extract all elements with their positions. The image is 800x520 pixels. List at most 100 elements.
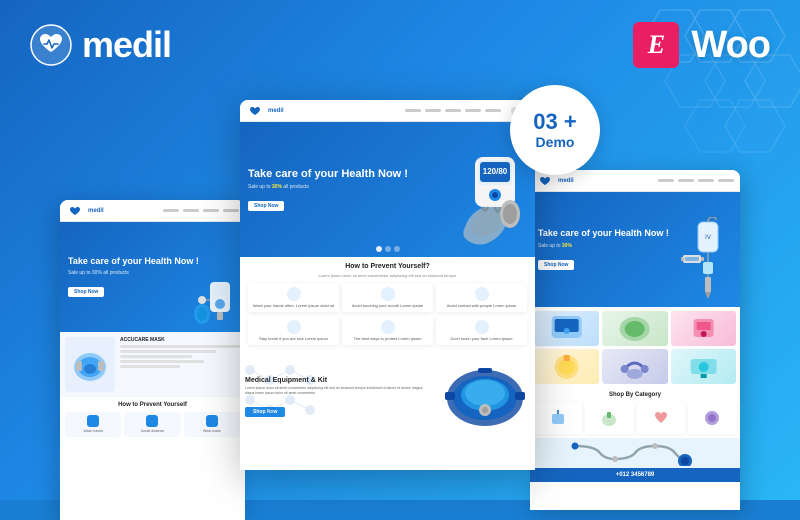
screen-left: medil Take care of your Health Now ! Sal…: [60, 200, 245, 520]
product-thumb-5: [602, 349, 667, 384]
nav-item: [445, 109, 461, 112]
center-hero-image: 120/80: [450, 142, 530, 257]
category-item-2: [585, 402, 633, 434]
left-nav-logo: medil: [88, 208, 104, 214]
card-text: Avoid touching your mouth Lorem ipsum: [345, 303, 430, 308]
right-category-section: Shop By Category: [530, 388, 740, 438]
prevent-card-1: Wash your hands often. Lorem ipsum dolor…: [248, 283, 339, 312]
demo-label: Demo: [536, 134, 575, 150]
detail-line: [120, 350, 216, 353]
prevent-card: Wash hands: [65, 412, 121, 437]
right-hero: Take care of your Health Now ! Sale up t…: [530, 192, 740, 307]
left-product-image: [65, 337, 115, 392]
badge-area: E Woo: [633, 22, 770, 68]
svg-text:120/80: 120/80: [483, 167, 508, 176]
center-prevent-section: How to Prevent Yourself? Lorem ipsum dol…: [240, 257, 535, 355]
left-prevent-title: How to Prevent Yourself: [65, 402, 240, 408]
elementor-label: E: [648, 30, 665, 60]
nav-item: [465, 109, 481, 112]
detail-line: [120, 360, 204, 363]
card-text: Avoid contact with people Lorem ipsum: [439, 303, 524, 308]
category-item-4: [688, 402, 736, 434]
center-hero-btn[interactable]: Shop Now: [248, 201, 284, 211]
left-logo-icon: [66, 206, 84, 216]
center-cards-row-2: Stay home if you are sick Lorem ipsum Th…: [248, 316, 527, 345]
svg-text:IV: IV: [705, 235, 711, 241]
card-icon: [475, 320, 489, 334]
center-equip-section: Medical Equipment & Kit Lorem ipsum dolo…: [240, 355, 535, 440]
prevent-text: Social distance: [127, 429, 177, 434]
elementor-badge: E: [633, 22, 679, 68]
left-hero: Take care of your Health Now ! Sale up t…: [60, 222, 245, 332]
category-item-3: [637, 402, 685, 434]
dna-decoration: [240, 360, 330, 440]
prevent-card-4: Stay home if you are sick Lorem ipsum: [248, 316, 339, 345]
demo-number: 03 +: [533, 110, 576, 134]
nav-item: [405, 109, 421, 112]
card-text: The best ways to protect Lorem ipsum: [345, 336, 430, 341]
card-icon: [287, 287, 301, 301]
nav-item: [203, 209, 219, 212]
left-product-name: ACCUCARE MASK: [120, 337, 240, 343]
detail-line: [120, 365, 180, 368]
card-icon: [381, 320, 395, 334]
center-hero: Take care of your Health Now ! Sale up t…: [240, 122, 535, 257]
pagination-dot: [394, 246, 400, 252]
center-prevent-title: How to Prevent Yourself?: [248, 263, 527, 270]
center-nav-logo: medil: [268, 108, 284, 114]
left-hero-btn[interactable]: Shop Now: [68, 287, 104, 297]
pagination-dot: [385, 246, 391, 252]
prevent-icon: [206, 415, 218, 427]
product-thumb-4: [534, 349, 599, 384]
center-prevent-desc: Lorem ipsum dolor sit amet consectetur a…: [248, 273, 527, 278]
prevent-card: Social distance: [124, 412, 180, 437]
left-product-info: ACCUCARE MASK: [120, 337, 240, 392]
right-category-title: Shop By Category: [534, 392, 736, 398]
card-text: Stay home if you are sick Lorem ipsum: [251, 336, 336, 341]
equip-image: [440, 360, 530, 435]
product-thumb-6: [671, 349, 736, 384]
left-hero-image: [192, 262, 240, 332]
right-stethoscope-section: [530, 438, 740, 468]
prevent-card-5: The best ways to protect Lorem ipsum: [342, 316, 433, 345]
card-icon: [475, 287, 489, 301]
right-hero-image: IV: [680, 217, 735, 307]
nav-item: [698, 179, 714, 182]
prevent-card-6: Don't touch your face Lorem ipsum: [436, 316, 527, 345]
center-screen-nav: medil: [240, 100, 535, 122]
prevent-card: Wear mask: [184, 412, 240, 437]
product-thumb-2: [602, 311, 667, 346]
card-icon: [287, 320, 301, 334]
category-row: [534, 402, 736, 434]
center-cards-row: Wash your hands often. Lorem ipsum dolor…: [248, 283, 527, 312]
right-nav-logo: medil: [558, 178, 574, 184]
header: medil E Woo: [0, 0, 800, 90]
prevent-icon: [87, 415, 99, 427]
prevent-card-2: Avoid touching your mouth Lorem ipsum: [342, 283, 433, 312]
product-thumb-1: [534, 311, 599, 346]
card-icon: [381, 287, 395, 301]
logo-icon: [30, 24, 72, 66]
nav-item: [223, 209, 239, 212]
pagination-dot: [376, 246, 382, 252]
left-product-section: ACCUCARE MASK: [60, 332, 245, 397]
prevent-text: Wear mask: [187, 429, 237, 434]
right-logo-icon: [536, 176, 554, 186]
woo-badge: Woo: [691, 24, 770, 67]
left-prevent-grid: Wash hands Social distance Wear mask: [65, 412, 240, 437]
card-text: Don't touch your face Lorem ipsum: [439, 336, 524, 341]
left-nav-items: [163, 209, 239, 212]
nav-item: [163, 209, 179, 212]
prevent-icon: [146, 415, 158, 427]
center-logo-icon: [246, 106, 264, 116]
right-hero-btn[interactable]: Shop Now: [538, 260, 574, 270]
woo-text: Woo: [691, 24, 770, 67]
screen-right: medil Take care of your Health Now ! Sal…: [530, 170, 740, 510]
prevent-card-3: Avoid contact with people Lorem ipsum: [436, 283, 527, 312]
left-prevent-section: How to Prevent Yourself Wash hands Socia…: [60, 397, 245, 442]
screens-container: medil Take care of your Health Now ! Sal…: [0, 90, 800, 500]
screen-center: medil Take care of your Health Now ! Sal…: [240, 100, 535, 470]
prevent-text: Wash hands: [68, 429, 118, 434]
nav-item: [678, 179, 694, 182]
detail-line: [120, 355, 192, 358]
